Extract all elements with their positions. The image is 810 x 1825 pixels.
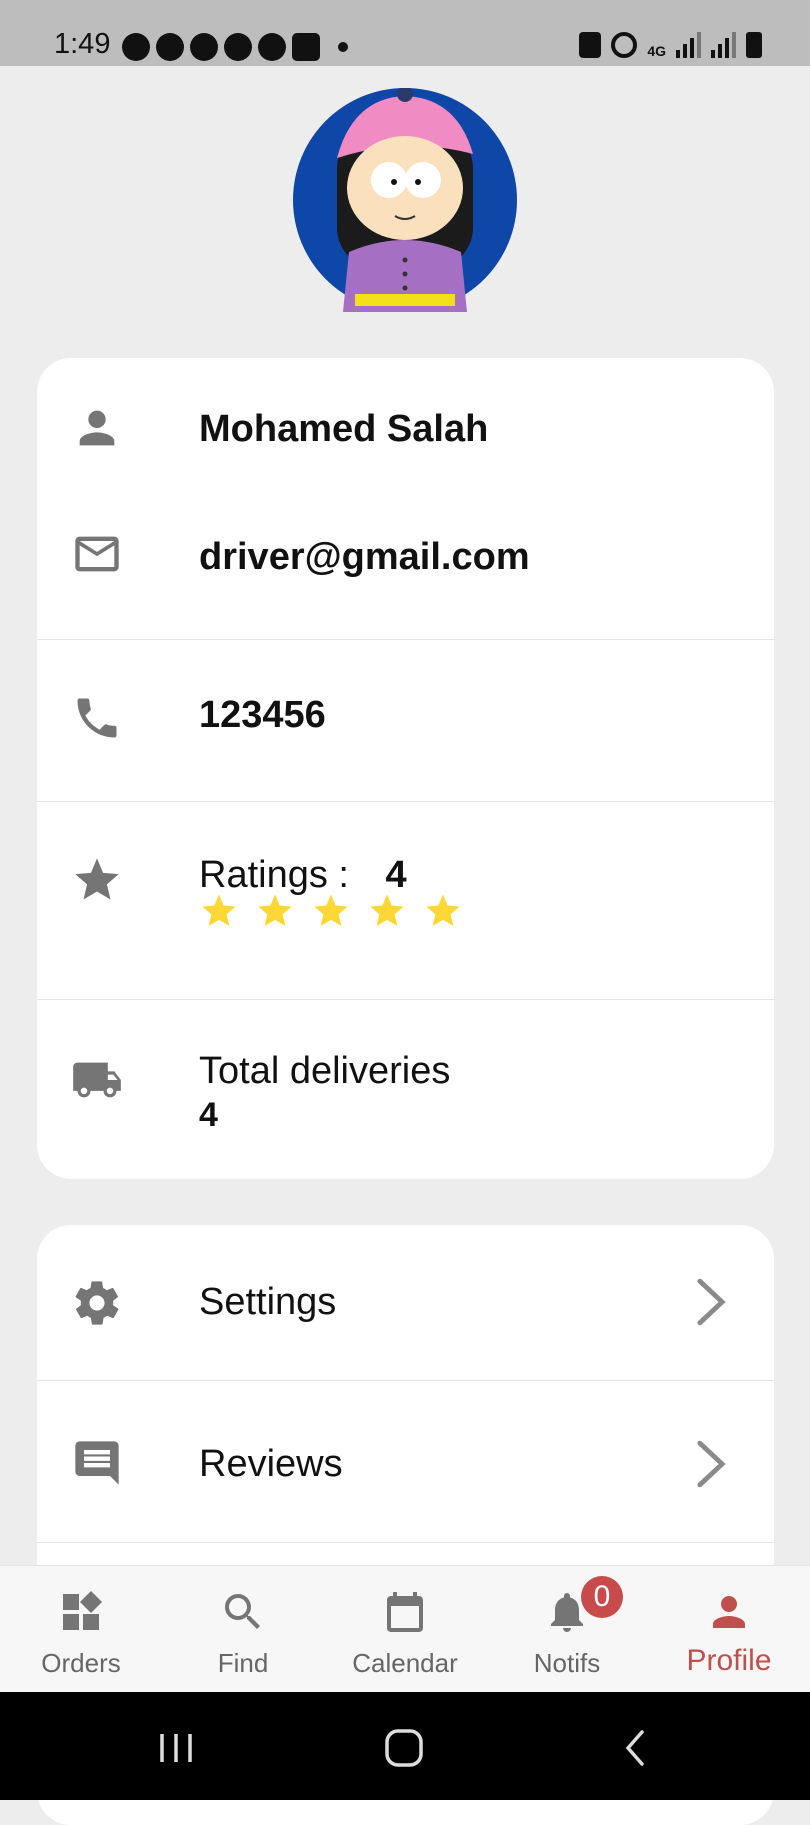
nav-label: Orders	[41, 1648, 121, 1678]
star-filled-icon	[426, 894, 460, 926]
dashboard-icon	[63, 1591, 102, 1630]
notification-icons	[122, 33, 348, 61]
twitter-icon	[224, 33, 252, 61]
deliveries-label: Total deliveries	[199, 1050, 451, 1092]
signal-icon	[676, 32, 701, 58]
hotspot-icon	[611, 32, 638, 58]
nav-orders[interactable]: Orders	[0, 1566, 162, 1693]
deliveries-row: Total deliveries 4	[37, 1000, 774, 1179]
status-bar: 1:49 4G	[0, 0, 810, 66]
battery-icon	[746, 32, 762, 58]
star-filled-icon	[258, 894, 292, 926]
back-icon[interactable]	[616, 1728, 656, 1768]
home-icon[interactable]	[384, 1728, 424, 1768]
gallery-icon	[292, 33, 320, 61]
reddit-icon	[190, 33, 218, 61]
more-notifications-dot-icon	[338, 42, 348, 52]
messenger-icon	[156, 33, 184, 61]
ratings-label: Ratings :	[199, 854, 349, 896]
deliveries-value: 4	[199, 1096, 218, 1134]
person-icon	[713, 1596, 745, 1628]
truck-icon	[73, 1062, 121, 1098]
star-filled-icon	[370, 894, 404, 926]
star-icon	[75, 858, 119, 900]
person-icon	[79, 410, 115, 446]
nav-label: Find	[217, 1648, 269, 1678]
ratings-value: 4	[385, 854, 407, 896]
nav-notifs[interactable]: 0 Notifs	[486, 1566, 648, 1693]
avatar[interactable]	[293, 88, 517, 312]
settings-menu-item[interactable]: Settings	[37, 1225, 774, 1380]
settings-label: Settings	[199, 1281, 337, 1323]
recent-apps-icon[interactable]	[156, 1728, 196, 1768]
battery-saver-icon	[579, 32, 602, 58]
chevron-right-icon	[697, 1440, 726, 1488]
profile-email: driver@gmail.com	[199, 536, 530, 578]
system-icons: 4G	[579, 32, 762, 58]
search-icon	[225, 1594, 260, 1629]
system-navigation-bar	[0, 1692, 810, 1800]
profile-info-card: Mohamed Salah driver@gmail.com 123456 Ra…	[37, 358, 774, 1179]
star-filled-icon	[202, 894, 236, 926]
divider	[37, 1542, 774, 1543]
chevron-right-icon	[697, 1278, 726, 1326]
nav-calendar[interactable]: Calendar	[324, 1566, 486, 1693]
star-filled-icon	[314, 894, 348, 926]
messenger-icon	[122, 33, 150, 61]
reviews-menu-item[interactable]: Reviews	[37, 1381, 774, 1542]
signal-icon	[711, 32, 736, 58]
rating-stars	[199, 891, 463, 931]
status-time: 1:49	[54, 28, 111, 60]
nav-find[interactable]: Find	[162, 1566, 324, 1693]
profile-phone: 123456	[199, 694, 326, 736]
comment-icon	[75, 1441, 119, 1485]
name-row: Mohamed Salah	[37, 358, 774, 502]
profile-name: Mohamed Salah	[199, 408, 489, 450]
nav-label: Profile	[686, 1644, 772, 1677]
nav-label: Notifs	[533, 1648, 601, 1678]
phone-row: 123456	[37, 640, 774, 800]
phone-icon	[77, 698, 117, 738]
app-icon	[258, 33, 286, 61]
reviews-label: Reviews	[199, 1443, 343, 1485]
nav-label: Calendar	[352, 1648, 458, 1678]
gear-icon	[75, 1281, 119, 1325]
nav-profile[interactable]: Profile	[648, 1566, 810, 1693]
email-row: driver@gmail.com	[37, 502, 774, 638]
calendar-icon	[387, 1592, 423, 1632]
bottom-navigation: Orders Find Calendar 0 Notifs Profile	[0, 1565, 810, 1693]
notification-badge: 0	[581, 1576, 623, 1618]
mail-icon	[75, 536, 119, 572]
network-type-icon: 4G	[647, 43, 666, 59]
